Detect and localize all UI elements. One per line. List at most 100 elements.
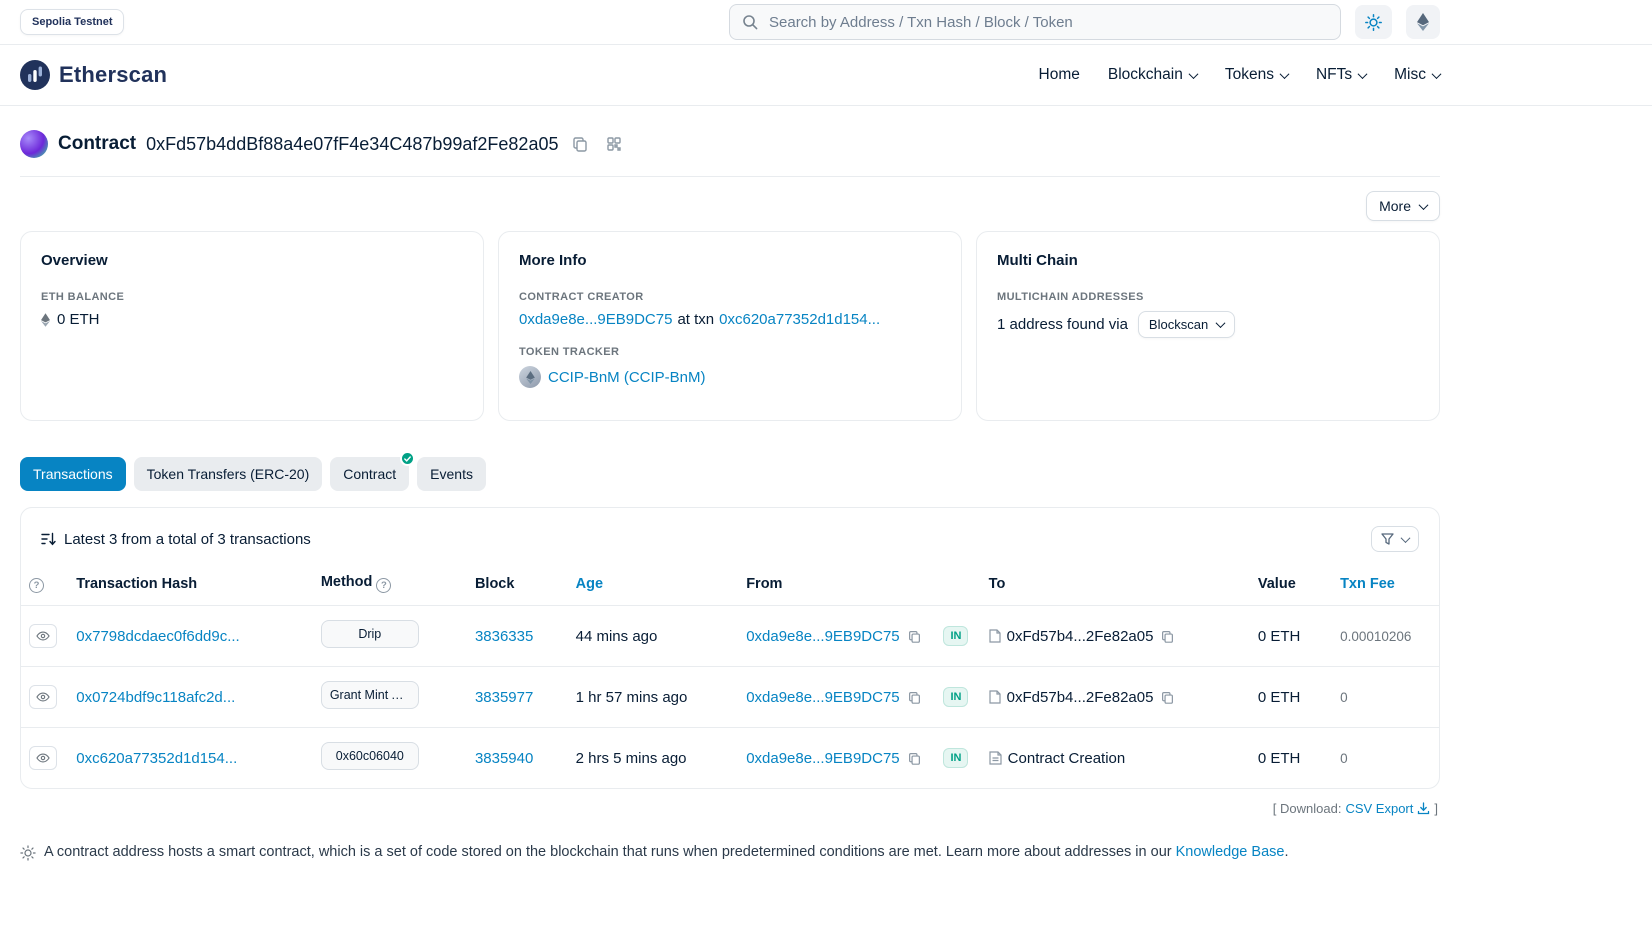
main-navigation: Etherscan Home Blockchain Tokens NFTs Mi… <box>0 45 1652 106</box>
contract-file-icon <box>989 690 1001 704</box>
transactions-panel: Latest 3 from a total of 3 transactions … <box>20 507 1440 789</box>
table-row: 0xc620a77352d1d154... 0x60c06040 3835940… <box>21 728 1439 789</box>
col-from: From <box>738 566 935 606</box>
nav-nfts[interactable]: NFTs <box>1316 66 1366 84</box>
ethereum-icon <box>1417 13 1429 31</box>
theme-toggle-button[interactable] <box>1355 5 1392 39</box>
token-icon <box>519 366 541 388</box>
creator-txn-link[interactable]: 0xc620a77352d1d154... <box>719 311 880 328</box>
multichain-addresses-label: MULTICHAIN ADDRESSES <box>997 291 1419 303</box>
contract-file-icon <box>989 629 1001 643</box>
filter-button[interactable] <box>1371 526 1419 552</box>
col-txn-fee-toggle[interactable]: Txn Fee <box>1332 566 1439 606</box>
contract-address: 0xFd57b4ddBf88a4e07fF4e34C487b99af2Fe82a… <box>146 134 558 155</box>
network-badge[interactable]: Sepolia Testnet <box>20 9 124 35</box>
method-badge: Drip <box>321 620 419 648</box>
nav-blockchain[interactable]: Blockchain <box>1108 66 1197 84</box>
csv-export-link[interactable]: CSV Export <box>1345 801 1413 816</box>
overview-card: Overview ETH BALANCE 0 ETH <box>20 231 484 421</box>
col-method: Method ? <box>313 566 467 606</box>
to-address: 0xFd57b4...2Fe82a05 <box>1007 689 1154 706</box>
from-address-link[interactable]: 0xda9e8e...9EB9DC75 <box>746 750 899 767</box>
from-address-link[interactable]: 0xda9e8e...9EB9DC75 <box>746 628 899 645</box>
card-title: Multi Chain <box>997 252 1419 269</box>
knowledge-base-link[interactable]: Knowledge Base <box>1176 844 1285 860</box>
txn-fee-cell: 0.00010206 <box>1332 606 1439 667</box>
page-header: Contract 0xFd57b4ddBf88a4e07fF4e34C487b9… <box>20 130 1440 158</box>
card-title: More Info <box>519 252 941 269</box>
col-transaction-hash: Transaction Hash <box>68 566 313 606</box>
copy-icon <box>572 136 588 152</box>
copy-address-button[interactable] <box>568 134 592 154</box>
help-icon[interactable]: ? <box>29 578 44 593</box>
sort-icon <box>41 532 56 546</box>
transactions-summary: Latest 3 from a total of 3 transactions <box>64 531 311 548</box>
multichain-card: Multi Chain MULTICHAIN ADDRESSES 1 addre… <box>976 231 1440 421</box>
direction-badge: IN <box>943 748 968 768</box>
content-tabs: Transactions Token Transfers (ERC-20) Co… <box>20 457 1440 491</box>
col-age-toggle[interactable]: Age <box>568 566 739 606</box>
blockscan-dropdown[interactable]: Blockscan <box>1138 311 1235 338</box>
header-divider <box>20 176 1440 177</box>
copy-icon[interactable] <box>1159 690 1176 705</box>
network-menu-button[interactable] <box>1406 5 1440 39</box>
preview-tx-button[interactable] <box>29 624 57 648</box>
sun-icon <box>1365 14 1382 31</box>
nav-misc[interactable]: Misc <box>1394 66 1440 84</box>
tx-hash-link[interactable]: 0x0724bdf9c118afc2d... <box>76 689 235 706</box>
copy-icon[interactable] <box>906 751 923 766</box>
verified-check-icon <box>400 451 415 466</box>
download-bracket: ] <box>1434 801 1438 816</box>
contract-creator-label: CONTRACT CREATOR <box>519 291 941 303</box>
etherscan-logo-icon <box>20 60 50 90</box>
search-input[interactable] <box>767 13 1328 32</box>
tx-hash-link[interactable]: 0xc620a77352d1d154... <box>76 750 237 767</box>
age-cell: 1 hr 57 mins ago <box>568 667 739 728</box>
nav-home[interactable]: Home <box>1039 66 1080 84</box>
qr-code-button[interactable] <box>602 134 626 154</box>
from-address-link[interactable]: 0xda9e8e...9EB9DC75 <box>746 689 899 706</box>
page-title: Contract <box>58 133 136 155</box>
nav-tokens[interactable]: Tokens <box>1225 66 1288 84</box>
table-header-row: ? Transaction Hash Method ? Block Age Fr… <box>21 566 1439 606</box>
copy-icon[interactable] <box>906 629 923 644</box>
col-direction <box>935 566 980 606</box>
transactions-table: ? Transaction Hash Method ? Block Age Fr… <box>21 566 1439 788</box>
eth-diamond-icon <box>41 313 50 327</box>
value-cell: 0 ETH <box>1250 606 1332 667</box>
method-badge: Grant Mint An... <box>321 681 419 709</box>
copy-icon[interactable] <box>906 690 923 705</box>
info-cards: Overview ETH BALANCE 0 ETH More Info CON… <box>20 231 1440 421</box>
block-link[interactable]: 3835940 <box>475 750 533 767</box>
help-icon[interactable]: ? <box>376 578 391 593</box>
block-link[interactable]: 3836335 <box>475 628 533 645</box>
tab-token-transfers[interactable]: Token Transfers (ERC-20) <box>134 457 323 491</box>
qr-code-icon <box>606 136 622 152</box>
chevron-down-icon <box>1432 69 1442 79</box>
brand-name: Etherscan <box>59 62 167 88</box>
main-content: Contract 0xFd57b4ddBf88a4e07fF4e34C487b9… <box>0 130 1460 861</box>
preview-tx-button[interactable] <box>29 685 57 709</box>
creator-address-link[interactable]: 0xda9e8e...9EB9DC75 <box>519 311 672 328</box>
multichain-found-text: 1 address found via <box>997 316 1128 333</box>
copy-icon[interactable] <box>1159 629 1176 644</box>
funnel-icon <box>1381 533 1394 545</box>
tx-hash-link[interactable]: 0x7798dcdaec0f6dd9c... <box>76 628 239 645</box>
search-icon <box>742 14 758 30</box>
card-title: Overview <box>41 252 463 269</box>
more-button[interactable]: More <box>1366 191 1440 221</box>
contract-creation-icon <box>989 751 1002 765</box>
chevron-down-icon <box>1188 69 1198 79</box>
footer-note-text: A contract address hosts a smart contrac… <box>44 844 1172 860</box>
preview-tx-button[interactable] <box>29 746 57 770</box>
search-bar[interactable] <box>729 4 1341 40</box>
tab-events[interactable]: Events <box>417 457 486 491</box>
tab-transactions[interactable]: Transactions <box>20 457 126 491</box>
age-cell: 2 hrs 5 mins ago <box>568 728 739 789</box>
contract-creation-text: Contract Creation <box>1008 750 1126 767</box>
chevron-down-icon <box>1216 318 1226 328</box>
tab-contract[interactable]: Contract <box>330 457 409 491</box>
etherscan-logo[interactable]: Etherscan <box>20 60 167 90</box>
block-link[interactable]: 3835977 <box>475 689 533 706</box>
token-tracker-link[interactable]: CCIP-BnM (CCIP-BnM) <box>548 369 706 386</box>
